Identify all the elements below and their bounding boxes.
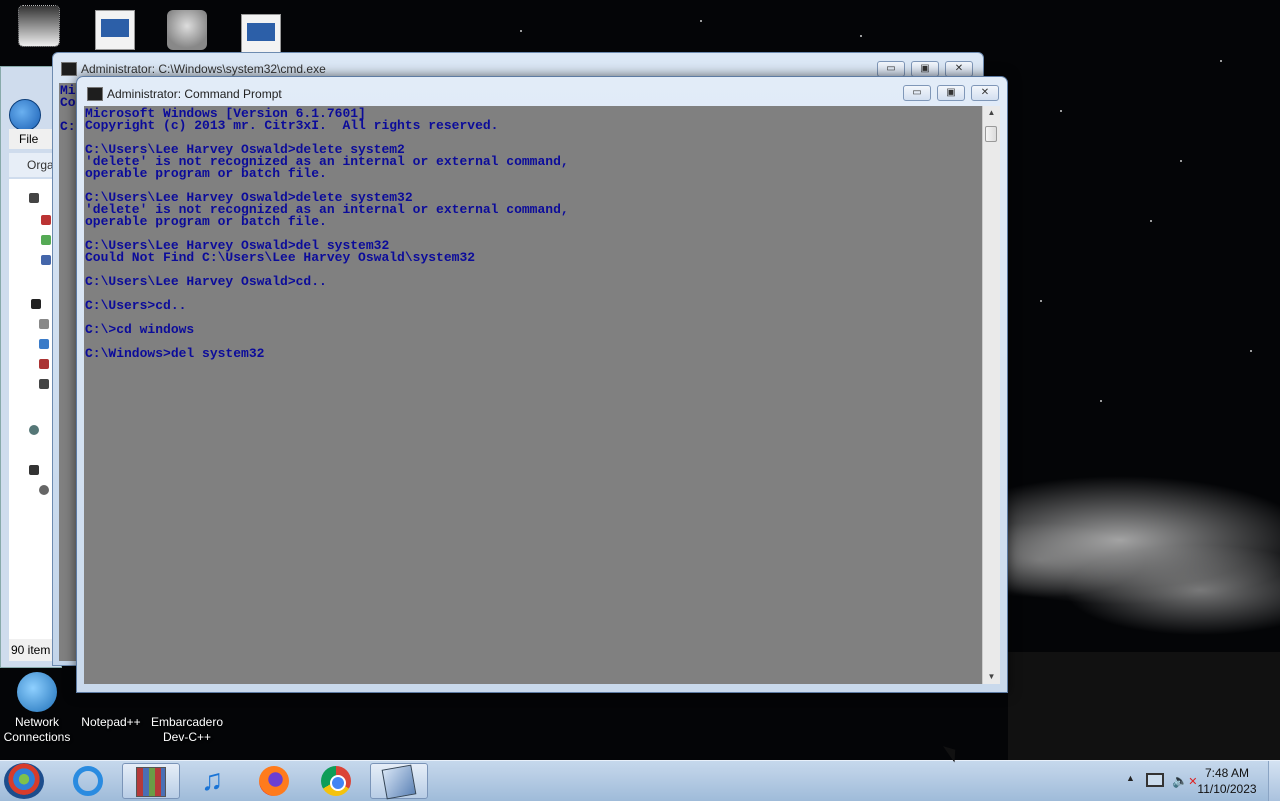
console-line: operable program or batch file. xyxy=(85,166,327,181)
desktop-icon-app-1[interactable] xyxy=(78,10,152,53)
desktop-icon-label: Notepad++ xyxy=(81,715,141,729)
computer-icon[interactable] xyxy=(29,465,39,475)
maximize-button[interactable]: ▣ xyxy=(911,61,939,77)
taskbar-itunes[interactable]: ♫ xyxy=(184,763,242,799)
star xyxy=(700,20,702,22)
minimize-button[interactable]: ▭ xyxy=(903,85,931,101)
cmd-window-icon xyxy=(87,87,103,101)
window-title: Administrator: C:\Windows\system32\cmd.e… xyxy=(81,62,326,76)
chrome-icon xyxy=(321,766,351,796)
firefox-icon xyxy=(259,766,289,796)
library-icon[interactable] xyxy=(31,299,41,309)
command-prompt-window[interactable]: Administrator: Command Prompt ▭ ▣ ✕ Micr… xyxy=(76,76,1008,693)
horizon-silhouette xyxy=(1008,652,1280,760)
program-icon xyxy=(95,10,135,50)
volume-muted-icon[interactable]: 🔈✕ xyxy=(1172,773,1197,789)
desktop-icon-app-2[interactable] xyxy=(150,10,224,53)
library-item-icon[interactable] xyxy=(39,359,49,369)
taskbar-internet-explorer[interactable] xyxy=(60,763,118,799)
drive-icon[interactable] xyxy=(39,485,49,495)
desktop-icon-label: Network Connections xyxy=(3,715,71,744)
gear-program-icon xyxy=(167,10,207,50)
taskbar-chrome[interactable] xyxy=(308,763,366,799)
close-button[interactable]: ✕ xyxy=(945,61,973,77)
cmd-icon xyxy=(381,764,417,800)
star xyxy=(1150,220,1152,222)
clock-time: 7:48 AM xyxy=(1204,766,1250,780)
folder-icon[interactable] xyxy=(41,215,51,225)
internet-explorer-icon xyxy=(73,766,103,796)
show-desktop-button[interactable] xyxy=(1268,761,1280,801)
network-globe-icon xyxy=(17,672,57,712)
star xyxy=(1040,300,1042,302)
star xyxy=(1100,400,1102,402)
system-tray: ▲ 🔈✕ 7:48 AM 11/10/2023 xyxy=(1120,761,1280,801)
console-text: Microsoft Windows [Version 6.1.7601] Copy… xyxy=(85,107,569,361)
desktop-icon-user[interactable] xyxy=(2,5,76,49)
close-button[interactable]: ✕ xyxy=(971,85,999,101)
maximize-button[interactable]: ▣ xyxy=(937,85,965,101)
console-line: C:\Windows>del system32 xyxy=(85,346,265,361)
star xyxy=(1060,110,1062,112)
taskbar: ♫ ▲ 🔈✕ 7:48 AM 11/10/2023 xyxy=(0,760,1280,801)
taskbar-explorer[interactable] xyxy=(122,763,180,799)
console-line: C:\Users\Lee Harvey Oswald>cd.. xyxy=(85,274,327,289)
console-line: C:\>cd windows xyxy=(85,322,195,337)
scroll-down-arrow-icon[interactable]: ▼ xyxy=(983,670,1000,684)
taskbar-cmd[interactable] xyxy=(370,763,428,800)
library-item-icon[interactable] xyxy=(39,319,49,329)
clock[interactable]: 7:48 AM 11/10/2023 xyxy=(1196,765,1258,797)
cmd-window-icon xyxy=(61,62,77,76)
program-icon xyxy=(241,14,281,54)
library-item-icon[interactable] xyxy=(39,379,49,389)
star xyxy=(1250,350,1252,352)
console-output[interactable]: Microsoft Windows [Version 6.1.7601] Copy… xyxy=(84,106,982,684)
star xyxy=(860,35,862,37)
desktop-icon-network-connections[interactable]: Network Connections xyxy=(0,672,74,745)
favorites-star-icon[interactable] xyxy=(29,193,39,203)
music-icon: ♫ xyxy=(200,764,224,797)
console-line: C:\Users>cd.. xyxy=(85,298,187,313)
console-line: C: xyxy=(60,119,76,134)
console-line: Could Not Find C:\Users\Lee Harvey Oswal… xyxy=(85,250,476,265)
scroll-up-arrow-icon[interactable]: ▲ xyxy=(983,106,1000,120)
vertical-scrollbar[interactable]: ▲ ▼ xyxy=(982,106,1000,684)
folder-icon[interactable] xyxy=(41,235,51,245)
network-icon[interactable] xyxy=(1146,773,1164,787)
homegroup-icon[interactable] xyxy=(29,425,39,435)
desktop-icon-label: Embarcadero Dev-C++ xyxy=(150,715,224,744)
archive-icon xyxy=(136,767,166,797)
console-line: Co xyxy=(60,95,76,110)
show-hidden-icons-arrow-icon[interactable]: ▲ xyxy=(1126,773,1135,783)
back-arrow-icon[interactable] xyxy=(9,99,41,131)
desktop-icon-app-3[interactable] xyxy=(224,14,298,57)
star xyxy=(1220,60,1222,62)
window-title: Administrator: Command Prompt xyxy=(107,87,282,101)
scrollbar-thumb[interactable] xyxy=(985,126,997,142)
clock-date: 11/10/2023 xyxy=(1197,782,1257,796)
start-button[interactable] xyxy=(4,763,44,799)
star xyxy=(1180,160,1182,162)
console-line: Copyright (c) 2013 mr. Citr3xI. All righ… xyxy=(85,118,499,133)
folder-icon[interactable] xyxy=(41,255,51,265)
star xyxy=(520,30,522,32)
user-avatar-icon xyxy=(18,5,60,47)
console-line: operable program or batch file. xyxy=(85,214,327,229)
taskbar-firefox[interactable] xyxy=(246,763,304,799)
minimize-button[interactable]: ▭ xyxy=(877,61,905,77)
library-item-icon[interactable] xyxy=(39,339,49,349)
